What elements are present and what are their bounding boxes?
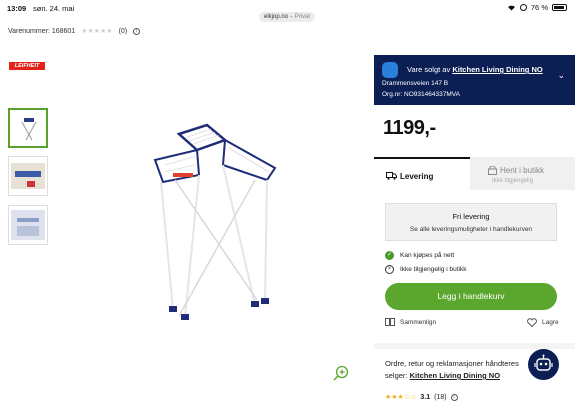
store-icon — [488, 166, 497, 175]
seller-banner[interactable]: Vare solgt av Kitchen Living Dining NO D… — [374, 55, 575, 105]
check-icon: ✓ — [385, 251, 394, 260]
battery-percent: 76 % — [530, 3, 548, 12]
responsibility-seller-line: selger: Kitchen Living Dining NO — [385, 371, 500, 380]
lock-rotation-icon — [519, 4, 527, 11]
info-icon[interactable]: i — [133, 27, 141, 35]
seller-link-bottom[interactable]: Kitchen Living Dining NO — [410, 371, 500, 380]
rating-stars[interactable]: ★★★★★ — [81, 27, 112, 35]
date: søn. 24. mai — [33, 4, 75, 13]
compare-icon — [385, 318, 395, 326]
save-action[interactable]: Lagre — [527, 318, 559, 327]
tab-delivery-label: Levering — [400, 172, 434, 181]
tab-pickup[interactable]: Hent i butikk Ikke tilgjengelig — [470, 157, 575, 190]
info-icon[interactable]: i — [450, 393, 458, 401]
free-delivery-title: Fri levering — [452, 212, 490, 221]
product-image[interactable] — [145, 120, 285, 330]
heart-icon — [527, 318, 537, 327]
clock: 13:09 — [7, 4, 27, 13]
sku-label: Varenummer: 168601 — [8, 27, 76, 35]
compare-label: Sammenlign — [400, 318, 437, 326]
tab-pickup-sub: Ikke tilgjengelig — [492, 178, 534, 184]
chevron-down-icon[interactable]: ⌄ — [557, 70, 565, 81]
seller-link[interactable]: Kitchen Living Dining NO — [452, 65, 542, 74]
marketplace-bag-icon — [382, 62, 398, 78]
tab-delivery[interactable]: Levering — [374, 157, 470, 190]
review-count[interactable]: (0) — [119, 28, 128, 35]
thumbnail-3[interactable] — [8, 205, 48, 245]
seller-rating-value: 3.1 — [420, 393, 431, 401]
store-status-text: Ikke tilgjengelig i butikk — [400, 266, 467, 273]
sold-by-prefix: Vare solgt av — [407, 65, 451, 74]
truck-icon — [386, 172, 397, 180]
seller-address: Drammensveien 147 B — [382, 80, 449, 87]
sold-by-line: Vare solgt av Kitchen Living Dining NO — [407, 65, 543, 74]
robot-icon — [534, 354, 553, 371]
responsibility-text: Ordre, retur og reklamasjoner håndteres — [385, 359, 519, 368]
seller-rating-count: (18) — [434, 393, 447, 401]
price-section: 1199,- — [374, 105, 575, 157]
price: 1199,- — [383, 117, 436, 139]
free-delivery-box: Fri levering Se alle leveringsmuligheter… — [385, 203, 557, 241]
tab-pickup-label: Hent i butikk — [500, 166, 545, 175]
compare-action[interactable]: Sammenlign — [385, 318, 436, 326]
brand-logo: LEIFHEIT — [9, 62, 45, 70]
online-status: ✓ Kan kjøpes på nett — [385, 251, 454, 260]
thumbnail-image — [11, 210, 45, 240]
save-label: Lagre — [542, 319, 559, 326]
online-status-text: Kan kjøpes på nett — [400, 252, 455, 259]
free-delivery-subtitle: Se alle leveringsmuligheter i handlekurv… — [409, 226, 533, 233]
seller-org-nr: Org.nr: NO931464337MVA — [382, 91, 460, 98]
zoom-in-icon[interactable] — [333, 365, 349, 381]
private-label: – Privat — [289, 14, 311, 20]
thumbnail-1[interactable] — [8, 108, 48, 148]
seller-rating-stars: ★★★☆☆ — [385, 394, 417, 401]
url-bar[interactable]: elkjop.no – Privat — [259, 12, 316, 22]
status-icons: 76 % — [507, 3, 567, 12]
seller-prefix: selger: — [385, 371, 408, 380]
add-to-cart-button[interactable]: Legg i handlekurv — [385, 283, 557, 310]
delivery-tabs: Levering Hent i butikk Ikke tilgjengelig — [374, 157, 575, 190]
thumbnail-image — [11, 163, 45, 189]
store-status: × Ikke tilgjengelig i butikk — [385, 265, 466, 274]
url-text: elkjop.no — [264, 14, 289, 20]
chat-assistant-button[interactable] — [528, 349, 559, 380]
close-circle-icon: × — [385, 265, 394, 274]
seller-rating[interactable]: ★★★☆☆ 3.1 (18) i — [385, 393, 458, 401]
wifi-icon — [507, 5, 515, 11]
product-meta: Varenummer: 168601 ★★★★★ (0) i — [8, 27, 141, 35]
thumbnail-2[interactable] — [8, 156, 48, 196]
thumbnail-image — [21, 118, 37, 141]
battery-icon — [552, 4, 567, 11]
